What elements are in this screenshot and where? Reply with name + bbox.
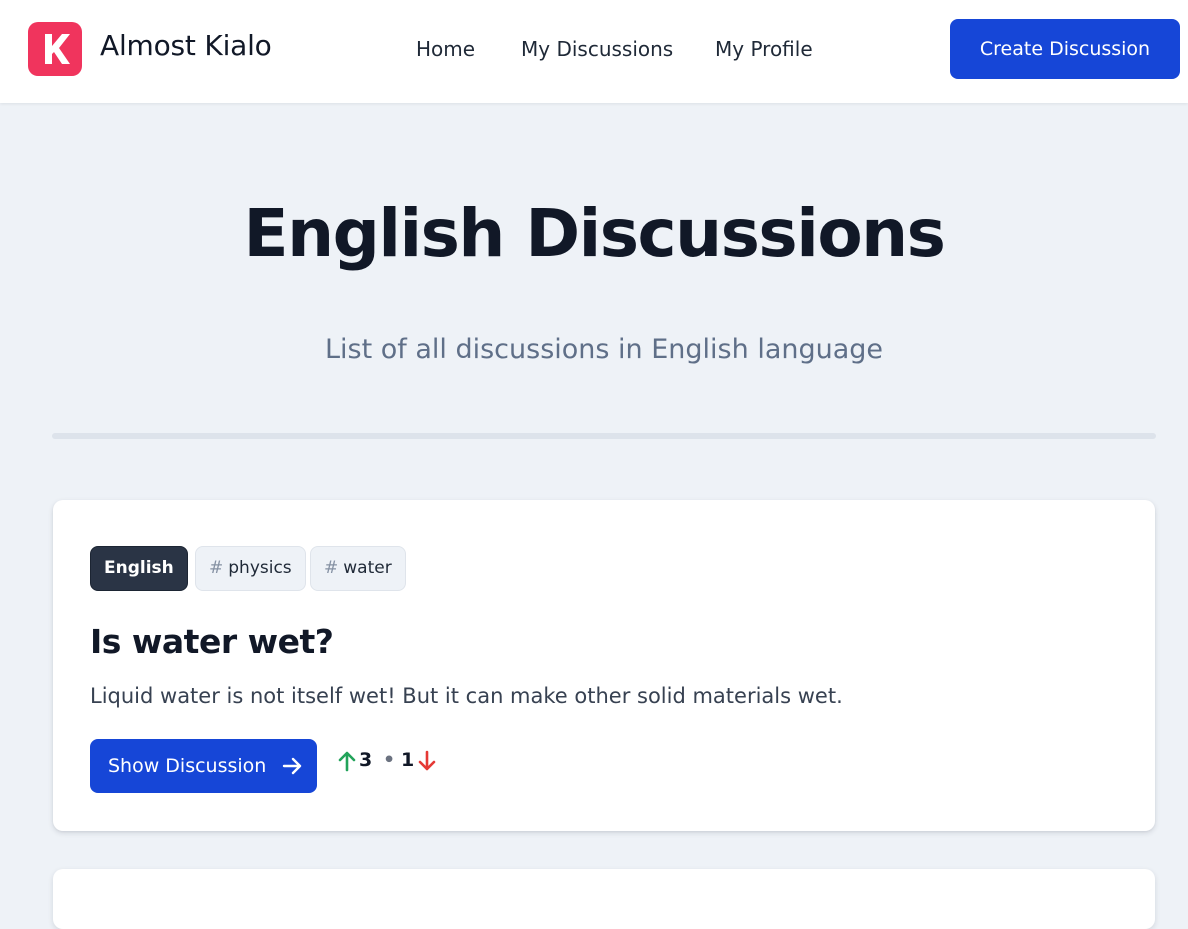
nav-my-profile-link[interactable]: My Profile [715, 37, 813, 61]
page-subtitle: List of all discussions in English langu… [324, 334, 884, 365]
discussion-description: Liquid water is not itself wet! But it c… [90, 684, 843, 708]
arrow-right-icon [282, 757, 302, 775]
tag-physics[interactable]: # physics [195, 546, 306, 591]
section-divider [52, 433, 1156, 439]
hash-icon: # [209, 558, 224, 578]
tag-label: physics [228, 558, 292, 578]
show-discussion-label: Show Discussion [108, 755, 267, 777]
show-discussion-button[interactable]: Show Discussion [90, 739, 317, 793]
brand-name[interactable]: Almost Kialo [100, 29, 272, 62]
top-navbar: Almost Kialo Home My Discussions My Prof… [0, 0, 1188, 103]
letter-k-logo-icon [45, 34, 70, 64]
vote-separator: • [383, 749, 396, 771]
discussion-card: English # physics # water Is water wet? Li… [53, 500, 1155, 831]
page-title: English Discussions [243, 195, 946, 272]
discussion-card-partial [53, 869, 1155, 929]
create-discussion-button[interactable]: Create Discussion [950, 19, 1180, 79]
upvote-count: 3 [359, 749, 373, 771]
language-badge[interactable]: English [90, 546, 188, 591]
arrow-down-icon [418, 750, 436, 771]
hash-icon: # [324, 558, 339, 578]
tag-label: water [343, 558, 392, 578]
logo-icon[interactable] [28, 22, 82, 76]
discussion-title[interactable]: Is water wet? [90, 622, 334, 661]
nav-home-link[interactable]: Home [416, 37, 475, 61]
tag-water[interactable]: # water [310, 546, 406, 591]
nav-my-discussions-link[interactable]: My Discussions [521, 37, 673, 61]
downvote-count: 1 [401, 749, 415, 771]
arrow-up-icon [338, 751, 356, 772]
